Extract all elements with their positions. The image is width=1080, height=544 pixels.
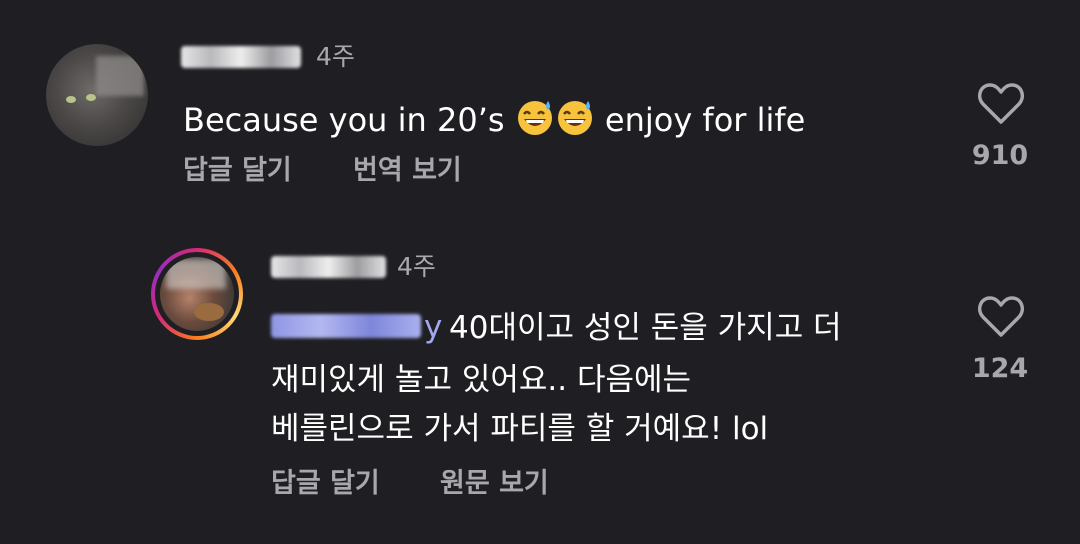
comment-timestamp: 4주: [397, 252, 436, 281]
avatar-detail: [194, 303, 224, 321]
avatar-blur: [96, 56, 144, 96]
reply-button[interactable]: 답글 달기: [183, 155, 292, 187]
mention-tail[interactable]: y: [424, 309, 442, 345]
like-count: 124: [971, 353, 1029, 384]
comment-line: 재미있게 놀고 있어요.. 다음에는: [271, 362, 692, 398]
avatar-eye: [66, 96, 76, 103]
comment-text-part: Because you in 20’s: [183, 101, 515, 139]
avatar[interactable]: [160, 257, 234, 331]
avatar-eye: [86, 94, 96, 101]
reply-button[interactable]: 답글 달기: [271, 468, 380, 500]
username-blurred[interactable]: [271, 256, 386, 278]
heart-icon[interactable]: [977, 82, 1025, 126]
avatar[interactable]: [46, 44, 148, 146]
comment-line: 40대이고 성인 돈을 가지고 더: [449, 310, 842, 346]
comments-thread: 4주 Because you in 20’s enjoy for life 답글…: [0, 0, 1080, 544]
comment-timestamp: 4주: [316, 42, 355, 71]
comment-line: 베를린으로 가서 파티를 할 거예요! lol: [271, 411, 769, 447]
comment-text: Because you in 20’s enjoy for life: [183, 97, 805, 139]
mention-blurred[interactable]: [271, 314, 421, 338]
see-original-button[interactable]: 원문 보기: [440, 468, 549, 500]
grinning-face-with-sweat-icon: [517, 101, 552, 135]
heart-icon[interactable]: [977, 295, 1025, 339]
like-count: 910: [971, 140, 1029, 171]
see-translation-button[interactable]: 번역 보기: [353, 155, 462, 187]
avatar-blur: [166, 259, 226, 289]
grinning-face-with-sweat-icon: [557, 101, 592, 135]
comment-text-part: enjoy for life: [594, 101, 806, 139]
username-blurred[interactable]: [181, 46, 301, 68]
